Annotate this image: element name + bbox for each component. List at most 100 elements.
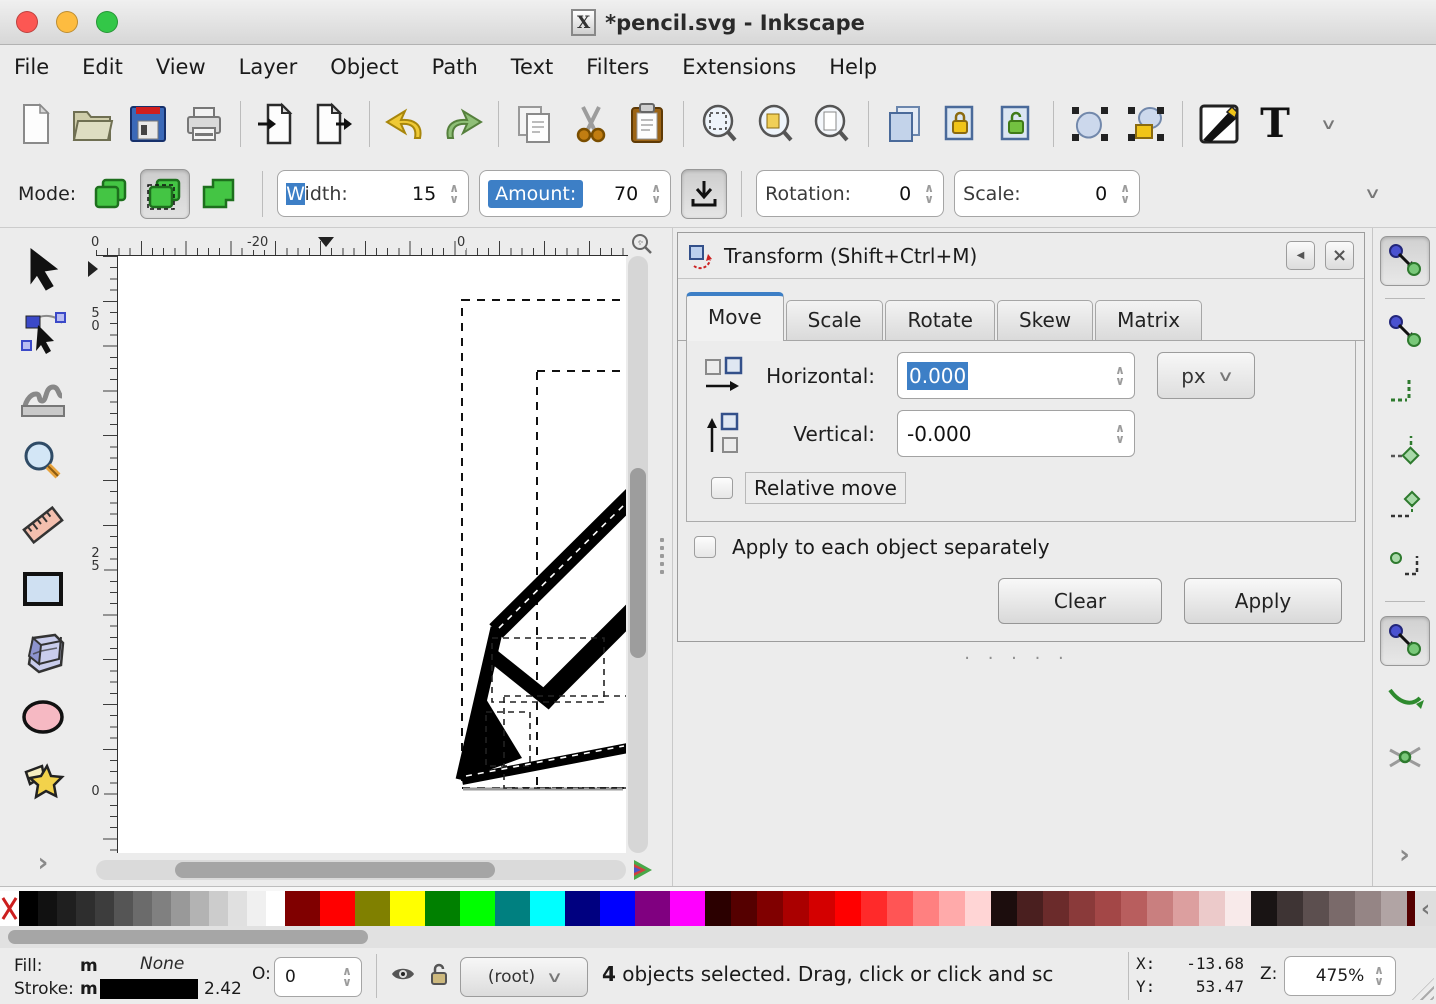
new-document-button[interactable] bbox=[14, 100, 58, 148]
ruler-corner-magnifier-icon[interactable] bbox=[630, 232, 654, 256]
palette-swatch[interactable] bbox=[1355, 891, 1381, 927]
toolbox-expander-chevron[interactable]: › bbox=[38, 848, 49, 878]
palette-swatch[interactable] bbox=[887, 891, 913, 927]
zoom-selection-button[interactable] bbox=[698, 100, 742, 148]
palette-swatch-none[interactable] bbox=[0, 891, 19, 927]
spray-mode-copy-button[interactable] bbox=[86, 169, 136, 219]
tab-rotate[interactable]: Rotate bbox=[885, 300, 994, 340]
use-pressure-toggle[interactable] bbox=[681, 169, 727, 219]
stroke-width-value[interactable]: 2.42 bbox=[204, 979, 242, 999]
drawing-canvas[interactable] bbox=[118, 256, 626, 853]
palette-swatch[interactable] bbox=[731, 891, 757, 927]
palette-swatch[interactable] bbox=[1225, 891, 1251, 927]
snap-intersections-toggle[interactable] bbox=[1380, 732, 1430, 782]
palette-swatch[interactable] bbox=[565, 891, 600, 927]
spray-mode-clone-button[interactable] bbox=[140, 169, 190, 219]
palette-swatch[interactable] bbox=[95, 891, 114, 927]
palette-swatch[interactable] bbox=[705, 891, 731, 927]
snap-enable-toggle[interactable] bbox=[1380, 236, 1430, 286]
menu-extensions[interactable]: Extensions bbox=[682, 55, 796, 79]
object-edit-button[interactable] bbox=[1068, 100, 1112, 148]
current-layer-dropdown[interactable]: (root) ∨ bbox=[460, 957, 588, 997]
palette-swatch[interactable] bbox=[670, 891, 705, 927]
fill-value[interactable]: None bbox=[140, 954, 184, 974]
vertical-scrollbar-thumb[interactable] bbox=[630, 468, 646, 658]
menu-path[interactable]: Path bbox=[432, 55, 478, 79]
horizontal-input[interactable]: 0.000 ∧∨ bbox=[897, 352, 1135, 399]
tab-matrix[interactable]: Matrix bbox=[1095, 300, 1202, 340]
width-spinbox[interactable]: Width: 15 ∧∨ bbox=[277, 170, 469, 217]
star-tool[interactable] bbox=[18, 756, 68, 806]
menu-layer[interactable]: Layer bbox=[239, 55, 298, 79]
palette-swatch[interactable] bbox=[266, 891, 285, 927]
snap-bbox-edges-toggle[interactable] bbox=[1380, 365, 1430, 415]
palette-scroll-left-chevron[interactable]: ‹ bbox=[1415, 891, 1436, 927]
layer-visibility-eye-icon[interactable] bbox=[390, 964, 416, 984]
menu-file[interactable]: File bbox=[14, 55, 49, 79]
palette-swatch[interactable] bbox=[209, 891, 228, 927]
snap-bbox-toggle[interactable] bbox=[1380, 307, 1430, 357]
toolbar-overflow-chevron-icon[interactable]: ∨ bbox=[1320, 115, 1338, 133]
measure-tool[interactable] bbox=[18, 500, 68, 550]
palette-swatch[interactable] bbox=[1277, 891, 1303, 927]
scale-spinbox[interactable]: Scale: 0 ∧∨ bbox=[954, 170, 1140, 217]
undo-button[interactable] bbox=[384, 100, 428, 148]
palette-swatch[interactable] bbox=[939, 891, 965, 927]
opacity-spinbox[interactable]: 0 ∧∨ bbox=[274, 957, 362, 997]
palette-swatch[interactable] bbox=[38, 891, 57, 927]
text-dialog-button[interactable]: T bbox=[1253, 100, 1297, 148]
tweak-tool[interactable] bbox=[18, 372, 68, 422]
ellipse-tool[interactable] bbox=[18, 692, 68, 742]
duplicate-button[interactable] bbox=[883, 100, 927, 148]
snap-bbox-centers-toggle[interactable] bbox=[1380, 539, 1430, 589]
tab-scale[interactable]: Scale bbox=[786, 300, 884, 340]
box3d-tool[interactable] bbox=[18, 628, 68, 678]
spray-mode-union-button[interactable] bbox=[194, 169, 244, 219]
canvas-vertical-scrollbar[interactable] bbox=[628, 256, 648, 853]
zoom-spinner-arrows[interactable]: ∧∨ bbox=[1365, 957, 1393, 995]
zoom-spinbox[interactable]: 475% ∧∨ bbox=[1284, 956, 1396, 996]
stroke-color-swatch[interactable] bbox=[100, 979, 198, 999]
cut-button[interactable] bbox=[569, 100, 613, 148]
palette-swatch[interactable] bbox=[460, 891, 495, 927]
tab-skew[interactable]: Skew bbox=[997, 300, 1093, 340]
rectangle-tool[interactable] bbox=[18, 564, 68, 614]
amount-spinner-arrows[interactable]: ∧∨ bbox=[642, 171, 670, 216]
horizontal-scrollbar-thumb[interactable] bbox=[175, 862, 495, 878]
amount-spinbox[interactable]: Amount: 70 ∧∨ bbox=[479, 170, 671, 217]
palette-swatch[interactable] bbox=[1043, 891, 1069, 927]
zoom-tool[interactable] bbox=[18, 436, 68, 486]
apply-button[interactable]: Apply bbox=[1184, 578, 1342, 624]
palette-swatch[interactable] bbox=[1121, 891, 1147, 927]
create-clone-button[interactable] bbox=[939, 100, 983, 148]
snap-bbox-corners-toggle[interactable] bbox=[1380, 423, 1430, 473]
vertical-spinner-arrows[interactable]: ∧∨ bbox=[1106, 411, 1134, 456]
palette-swatch[interactable] bbox=[390, 891, 425, 927]
snapbar-expander-chevron[interactable]: › bbox=[1399, 840, 1410, 870]
palette-swatch[interactable] bbox=[76, 891, 95, 927]
palette-swatch[interactable] bbox=[1381, 891, 1407, 927]
palette-swatch[interactable] bbox=[228, 891, 247, 927]
palette-swatch[interactable] bbox=[152, 891, 171, 927]
open-document-button[interactable] bbox=[70, 100, 114, 148]
palette-swatch[interactable] bbox=[247, 891, 266, 927]
width-spinner-arrows[interactable]: ∧∨ bbox=[440, 171, 468, 216]
palette-swatch[interactable] bbox=[1303, 891, 1329, 927]
snap-paths-toggle[interactable] bbox=[1380, 674, 1430, 724]
options-overflow-chevron-icon[interactable]: ∨ bbox=[1364, 184, 1382, 202]
tab-move[interactable]: Move bbox=[686, 292, 784, 341]
palette-swatch[interactable] bbox=[600, 891, 635, 927]
palette-swatch[interactable] bbox=[1251, 891, 1277, 927]
palette-swatch[interactable] bbox=[425, 891, 460, 927]
palette-swatch[interactable] bbox=[991, 891, 1017, 927]
node-tool[interactable] bbox=[18, 308, 68, 358]
palette-swatch[interactable] bbox=[285, 891, 320, 927]
vertical-input[interactable]: -0.000 ∧∨ bbox=[897, 410, 1135, 457]
palette-swatch[interactable] bbox=[171, 891, 190, 927]
palette-swatch[interactable] bbox=[757, 891, 783, 927]
palette-swatch[interactable] bbox=[530, 891, 565, 927]
color-managed-view-icon[interactable] bbox=[632, 858, 654, 882]
palette-swatch[interactable] bbox=[320, 891, 355, 927]
clear-button[interactable]: Clear bbox=[998, 578, 1162, 624]
palette-swatch[interactable] bbox=[1017, 891, 1043, 927]
